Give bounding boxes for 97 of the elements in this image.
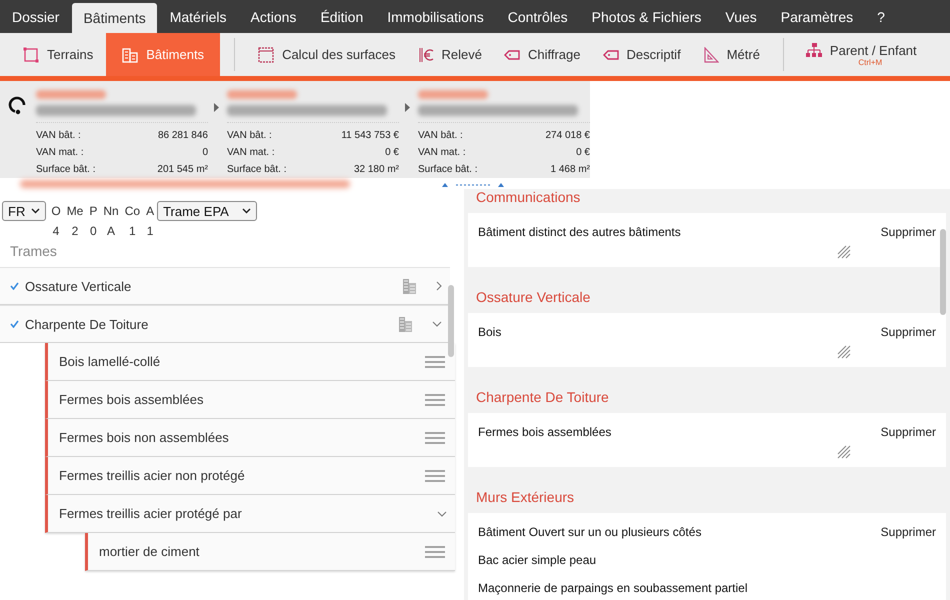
tree-row[interactable]: Bois lamellé-collé (45, 343, 455, 381)
stat-label: VAN mat. : (418, 147, 467, 158)
drag-handle-icon (425, 546, 445, 558)
tree-row[interactable]: Ossature Verticale (0, 267, 450, 305)
plot-outline-icon (23, 46, 39, 62)
code-label: Nn (103, 203, 119, 220)
stat-label: VAN bât. : (36, 130, 82, 141)
menu-tab[interactable]: Bâtiments (72, 3, 157, 33)
stat-value: 0 € (575, 147, 590, 158)
toolbar-button[interactable]: Relevé (408, 33, 491, 76)
stat-value: 1 468 m² (550, 164, 590, 175)
menu-tab[interactable]: Paramètres (770, 0, 864, 33)
tree-row[interactable]: Charpente De Toiture (0, 305, 450, 343)
caret-right-icon (405, 103, 410, 112)
section-title: Communications (476, 189, 580, 205)
code-value: 2 (72, 223, 78, 240)
delete-link[interactable]: Supprimer (880, 225, 936, 239)
building-icon (398, 316, 412, 332)
code-label: A (146, 203, 154, 220)
euro-icon (418, 46, 434, 62)
code-label: Me (66, 203, 84, 220)
code-value: A (107, 223, 116, 240)
toolbar-button[interactable]: Descriptif (594, 33, 690, 76)
caret-right-icon (214, 103, 219, 112)
description-line: Bois (478, 325, 502, 339)
code-value: 0 (90, 223, 97, 240)
menu-tab[interactable]: Immobilisations (376, 0, 495, 33)
description-line: Maçonnerie de parpaings en soubassement partiel (478, 581, 749, 595)
section-heading: Trames (10, 243, 57, 259)
menu-tab[interactable]: Dossier (1, 0, 70, 33)
code-value: 4 (52, 223, 60, 240)
delete-link[interactable]: Supprimer (880, 525, 936, 539)
menu-tab[interactable]: ? (866, 0, 896, 33)
building-icon (402, 278, 416, 294)
drag-handle-icon (425, 394, 445, 406)
blurred-text (36, 90, 106, 99)
parent-child-button[interactable]: Parent / Enfant Ctrl+M (798, 33, 925, 76)
drag-handle-icon (425, 470, 445, 482)
description-line: Bac acier simple peau (478, 553, 598, 567)
description-field[interactable]: Fermes bois assemblées Supprimer (468, 413, 946, 467)
hierarchy-icon (806, 43, 822, 57)
code-value: 1 (146, 223, 154, 240)
stat-value: 0 (201, 147, 208, 158)
menu-tab[interactable]: Contrôles (496, 0, 579, 33)
stat-value: 274 018 € (544, 130, 590, 141)
code-value: 1 (129, 223, 136, 240)
tree-row[interactable]: Fermes bois non assemblées (45, 419, 455, 457)
description-field[interactable]: Bois Supprimer (468, 313, 946, 367)
stat-label: Surface bât. : (36, 164, 96, 175)
section-title: Ossature Verticale (476, 289, 590, 305)
menu-tab[interactable]: Édition (309, 0, 374, 33)
splitter-handle-icon (442, 180, 504, 186)
stat-label: VAN bât. : (227, 130, 273, 141)
tree-row[interactable]: Fermes treillis acier protégé par (45, 495, 455, 533)
stat-value: 201 545 m² (156, 164, 208, 175)
blurred-text (227, 90, 297, 99)
stat-value: 32 180 m² (352, 164, 399, 175)
description-line: Bâtiment Ouvert sur un ou plusieurs côtés (478, 525, 702, 539)
description-line: Fermes bois assemblées (478, 425, 612, 439)
toolbar-button[interactable]: Métré (694, 33, 769, 76)
code-label: P (89, 203, 98, 220)
tree-row[interactable]: mortier de ciment (85, 533, 455, 571)
delete-link[interactable]: Supprimer (880, 425, 936, 439)
stat-value: 11 543 753 € (340, 130, 399, 141)
description-field[interactable]: Bâtiment distinct des autres bâtiments Supprimer (468, 213, 946, 267)
drag-handle-icon (425, 432, 445, 444)
code-label: Co (124, 203, 140, 220)
blurred-text (418, 90, 488, 99)
section-title: Charpente De Toiture (476, 389, 609, 405)
description-line: Bâtiment distinct des autres bâtiments (478, 225, 682, 239)
menu-tab[interactable]: Matériels (158, 0, 238, 33)
stat-label: Surface bât. : (227, 164, 288, 175)
stat-value: 0 € (384, 147, 399, 158)
code-label: O (51, 203, 61, 220)
chevron-down-icon (242, 208, 252, 214)
menu-tab[interactable]: Vues (714, 0, 768, 33)
drag-handle-icon (425, 356, 445, 368)
tree-row[interactable]: Fermes bois assemblées (45, 381, 455, 419)
menu-tab[interactable]: Actions (240, 0, 308, 33)
stat-label: VAN bât. : (418, 130, 464, 141)
language-select[interactable]: FR (2, 201, 46, 221)
stat-label: VAN mat. : (227, 147, 276, 158)
trame-select[interactable]: Trame EPA (157, 201, 258, 221)
toolbar-button[interactable]: Terrains (14, 33, 102, 76)
stat-label: VAN mat. : (36, 147, 85, 158)
toolbar-button[interactable]: Chiffrage (494, 33, 590, 76)
building-icon (122, 46, 138, 62)
dotted-frame-icon (258, 46, 274, 62)
section-title: Murs Extérieurs (476, 489, 574, 505)
toolbar-button[interactable]: Calcul des surfaces (249, 33, 405, 76)
stat-value: 86 281 846 (156, 130, 208, 141)
description-field[interactable]: Bâtiment Ouvert sur un ou plusieurs côtés Bac acier simple peau Maçonnerie de parpaings en soubassement partiel Supprimer (468, 513, 946, 600)
tree-row[interactable]: Fermes treillis acier non protégé (45, 457, 455, 495)
delete-link[interactable]: Supprimer (880, 325, 936, 339)
stat-label: Surface bât. : (418, 164, 478, 175)
menu-tab[interactable]: Photos & Fichiers (580, 0, 712, 33)
chevron-down-icon (31, 208, 40, 214)
